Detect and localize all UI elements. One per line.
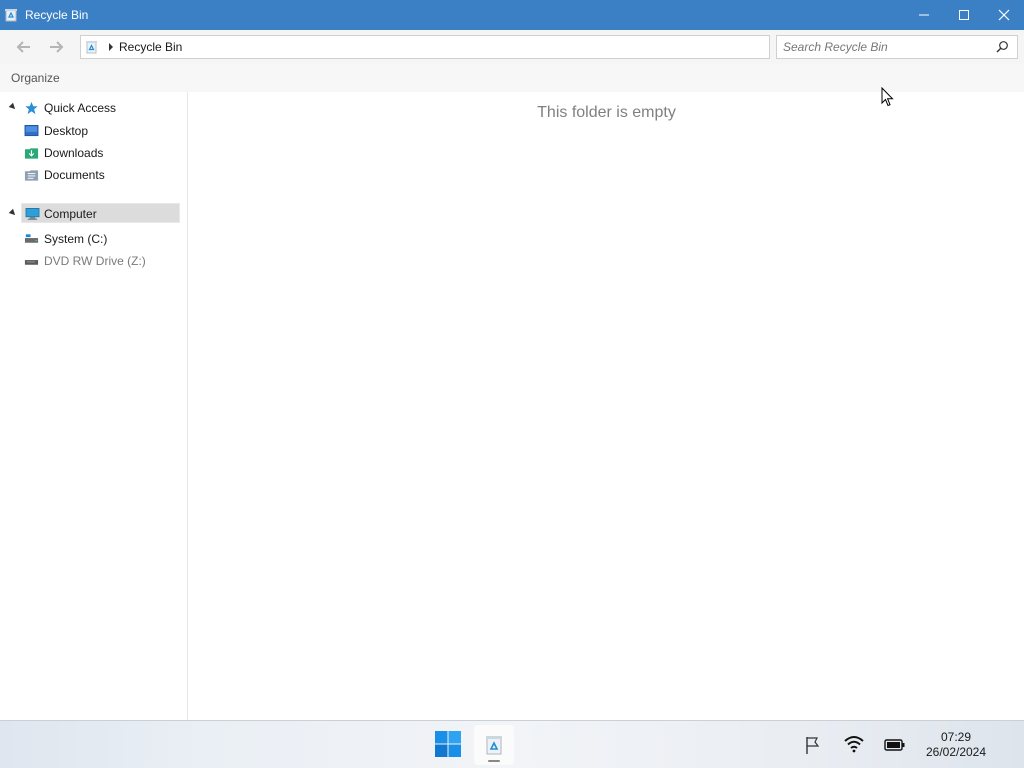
- computer-icon: [25, 208, 40, 220]
- clock-time: 07:29: [940, 730, 972, 744]
- dvd-drive-icon: [24, 260, 39, 265]
- expand-arrow-icon[interactable]: [8, 208, 18, 218]
- system-clock[interactable]: 07:29 26/02/2024: [918, 730, 994, 760]
- address-row: Recycle Bin: [0, 30, 1024, 64]
- empty-folder-message: This folder is empty: [537, 104, 676, 121]
- minimize-button[interactable]: [904, 0, 944, 30]
- downloads-folder-icon: [24, 148, 39, 159]
- file-list-area[interactable]: This folder is empty: [189, 92, 1024, 720]
- address-bar[interactable]: Recycle Bin: [80, 35, 770, 59]
- nav-label: Downloads: [44, 146, 104, 160]
- window-controls: [904, 0, 1024, 30]
- nav-item-system-c[interactable]: System (C:): [0, 229, 184, 249]
- nav-label: Quick Access: [44, 101, 117, 115]
- battery-icon[interactable]: [884, 739, 906, 751]
- maximize-button[interactable]: [944, 0, 984, 30]
- expand-arrow-icon[interactable]: [8, 102, 18, 112]
- minimize-icon: [919, 14, 929, 16]
- active-indicator: [488, 760, 500, 762]
- organize-button[interactable]: Organize: [11, 71, 60, 85]
- nav-item-quick-access[interactable]: Quick Access: [0, 98, 184, 118]
- title-bar: Recycle Bin: [0, 0, 1024, 30]
- window-title: Recycle Bin: [25, 8, 89, 22]
- nav-label: Desktop: [44, 124, 89, 138]
- recycle-bin-icon: [486, 736, 502, 755]
- nav-label: Documents: [44, 168, 105, 182]
- nav-label: Computer: [44, 207, 97, 221]
- start-button[interactable]: [430, 725, 466, 763]
- nav-item-desktop[interactable]: Desktop: [0, 121, 184, 141]
- mouse-cursor-icon: [881, 87, 894, 107]
- command-bar: Organize: [0, 64, 1024, 92]
- recycle-bin-icon: [86, 41, 97, 54]
- desktop-folder-icon: [24, 125, 39, 137]
- back-arrow-icon: [16, 41, 30, 53]
- nav-item-downloads[interactable]: Downloads: [0, 143, 184, 163]
- documents-folder-icon: [24, 170, 39, 181]
- nav-label: System (C:): [44, 232, 108, 246]
- navigation-pane: Quick Access Desktop Downloads Documents: [0, 92, 188, 720]
- recycle-bin-icon: [4, 8, 18, 22]
- search-box[interactable]: [776, 35, 1018, 59]
- nav-item-dvd-drive[interactable]: DVD RW Drive (Z:): [0, 251, 184, 271]
- close-icon: [998, 9, 1010, 21]
- maximize-icon: [959, 10, 969, 20]
- back-button[interactable]: [8, 33, 38, 61]
- breadcrumb-recycle-bin[interactable]: Recycle Bin: [119, 40, 182, 54]
- drive-icon: [24, 234, 39, 243]
- search-input[interactable]: [783, 40, 983, 54]
- forward-arrow-icon: [50, 41, 64, 53]
- taskbar-recycle-bin-button[interactable]: [474, 725, 514, 765]
- star-icon: [25, 101, 38, 115]
- windows-start-icon: [435, 731, 461, 757]
- nav-item-documents[interactable]: Documents: [0, 165, 184, 185]
- taskbar: 07:29 26/02/2024: [0, 720, 1024, 768]
- clock-date: 26/02/2024: [925, 745, 987, 759]
- chevron-right-icon[interactable]: [108, 43, 114, 51]
- search-icon[interactable]: [995, 40, 1009, 54]
- flag-icon[interactable]: [804, 735, 826, 755]
- close-button[interactable]: [984, 0, 1024, 30]
- nav-label: DVD RW Drive (Z:): [44, 254, 146, 268]
- forward-button[interactable]: [42, 33, 72, 61]
- nav-item-computer[interactable]: Computer: [21, 203, 180, 223]
- wifi-icon[interactable]: [844, 735, 864, 753]
